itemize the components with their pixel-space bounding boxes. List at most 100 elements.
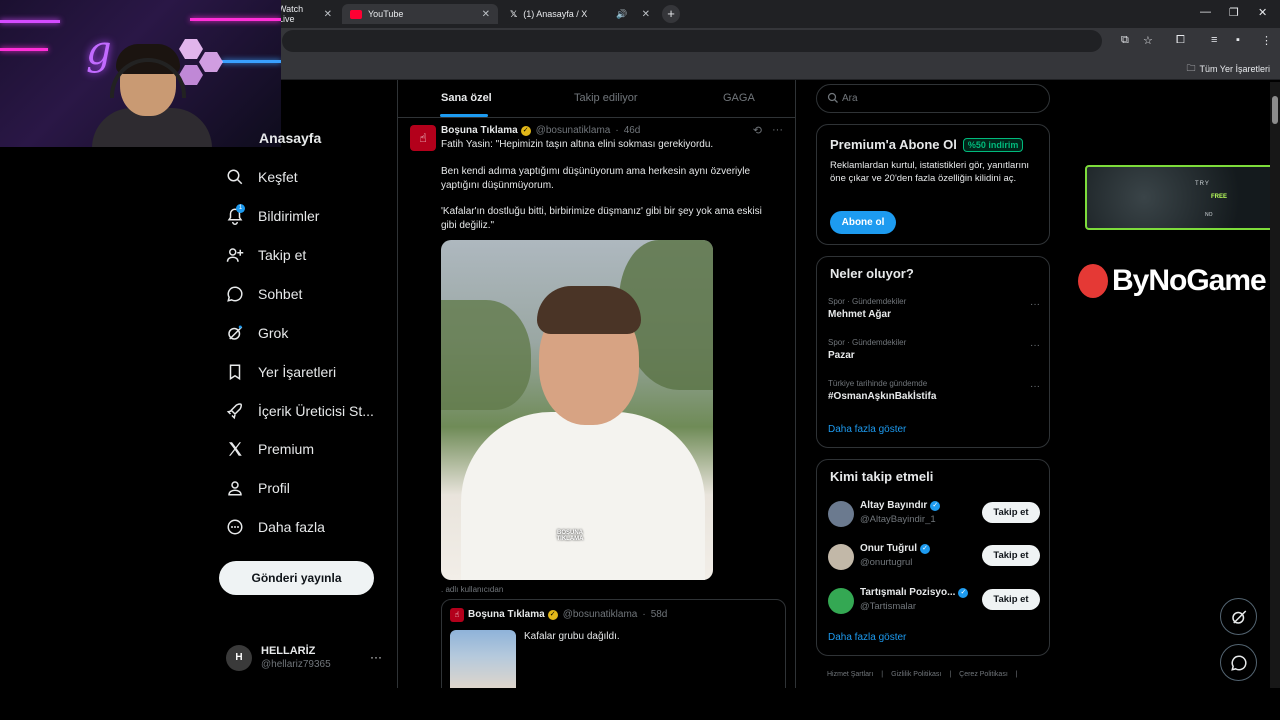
nav-label: İçerik Üreticisi St... [258, 403, 374, 419]
tree [441, 300, 531, 410]
tweet-video[interactable]: BOŞUNA TIKLAMA [441, 240, 713, 580]
premium-description: Reklamlardan kurtul, istatistikleri gör,… [830, 160, 1030, 184]
minimize-icon[interactable]: — [1200, 6, 1211, 18]
menu-icon[interactable]: ⋮ [1261, 34, 1272, 47]
premium-card: Premium'a Abone Ol %50 indirim Reklamlar… [816, 124, 1050, 245]
neon-strip [190, 18, 281, 21]
page-scrollbar[interactable] [1270, 82, 1280, 688]
youtube-icon [350, 9, 362, 19]
x-icon: 𝕏 [510, 8, 518, 19]
messages-fab-button[interactable] [1220, 644, 1257, 681]
tab-following[interactable]: Takip ediliyor [574, 92, 638, 104]
profile-icon[interactable]: ▪ [1236, 34, 1240, 46]
bynogame-logo-icon [1078, 264, 1108, 298]
neon-strip [222, 60, 281, 63]
tweet-age[interactable]: 46d [624, 125, 641, 136]
quoted-text: Kafalar grubu dağıldı. [524, 631, 620, 642]
close-icon[interactable]: ✕ [482, 9, 490, 20]
quoted-tweet[interactable]: ☝ Boşuna Tıklama ✓ @bosunatiklama · 58d … [441, 599, 786, 688]
more-icon[interactable]: ··· [772, 124, 783, 137]
avatar [828, 588, 854, 614]
follow-suggestion[interactable]: Altay Bayındır ✓ @AltayBayindir_1 Takip e… [828, 499, 1040, 529]
tweet-text-line: yaptığını düşünmüyorum. [441, 179, 554, 191]
follow-suggestion[interactable]: Tartışmalı Pozisyo... ✓ @Tartismalar Taki… [828, 586, 1040, 616]
bookmark-icon [229, 364, 241, 381]
new-tab-button[interactable]: + [662, 5, 680, 23]
nav-item-notifications[interactable]: 1 Bildirimler [226, 204, 319, 227]
close-icon[interactable]: ✕ [324, 9, 332, 20]
more-circle-icon [227, 519, 243, 535]
more-icon[interactable]: ··· [1030, 381, 1040, 392]
close-icon[interactable]: ✕ [642, 9, 650, 20]
add-user-icon [226, 248, 244, 262]
media-icon[interactable]: ≡ [1211, 34, 1217, 46]
all-bookmarks-button[interactable]: 🗀 Tüm Yer İşaretleri [1186, 61, 1270, 77]
nav-item-creator-studio[interactable]: İçerik Üreticisi St... [226, 400, 374, 422]
nav-item-grok[interactable]: Grok [226, 322, 288, 344]
search-input[interactable]: Ara [816, 84, 1050, 113]
follow-button[interactable]: Takip et [982, 589, 1040, 610]
bottom-strip [0, 688, 1280, 720]
trend-category: Türkiye tarihinde gündemde [828, 379, 928, 388]
nav-item-explore[interactable]: Keşfet [226, 166, 298, 188]
tweet-handle[interactable]: @bosunatiklama [536, 125, 611, 136]
tweet-author-name[interactable]: Boşuna Tıklama [441, 125, 518, 136]
speaker-icon[interactable]: 🔊 [616, 9, 627, 20]
window-close-icon[interactable]: ✕ [1258, 6, 1267, 19]
verified-blue-icon: ✓ [920, 543, 931, 554]
nav-item-bookmarks[interactable]: Yer İşaretleri [226, 361, 336, 383]
grok-fab-button[interactable] [1220, 598, 1257, 635]
nav-item-more[interactable]: Daha fazla [226, 516, 325, 538]
avatar [828, 501, 854, 527]
nav-item-chat[interactable]: Sohbet [226, 283, 302, 305]
folder-icon: 🗀 [1186, 63, 1196, 73]
nav-item-follow[interactable]: Takip et [226, 244, 306, 266]
trend-item[interactable]: Spor · Gündemdekiler Mehmet Ağar ··· [828, 297, 1040, 320]
follow-show-more-link[interactable]: Daha fazla göster [828, 632, 906, 643]
tab-youtube[interactable]: YouTube ✕ [342, 4, 498, 24]
restore-icon[interactable]: ❐ [1229, 6, 1239, 19]
post-button[interactable]: Gönderi yayınla [219, 561, 374, 595]
nav-label: Daha fazla [258, 519, 325, 535]
tab-gaga[interactable]: GAGA [723, 92, 755, 104]
install-app-icon[interactable]: ⧉ [1121, 34, 1129, 47]
nav-item-profile[interactable]: Profil [226, 477, 290, 499]
suggestion-name: Tartışmalı Pozisyo... ✓ [860, 587, 969, 598]
person-shirt [461, 412, 705, 580]
follow-button[interactable]: Takip et [982, 502, 1040, 523]
tweet-avatar[interactable]: ☝ [410, 125, 436, 151]
follow-suggestion[interactable]: Onur Tuğrul ✓ @onurtugrul Takip et [828, 542, 1040, 572]
follow-button[interactable]: Takip et [982, 545, 1040, 566]
trend-item[interactable]: Türkiye tarihinde gündemde #OsmanAşkınBa… [828, 379, 1040, 402]
timeline-tabs: Sana özel Takip ediliyor GAGA [398, 80, 795, 118]
more-icon[interactable]: ··· [1030, 340, 1040, 351]
cookie-link[interactable]: Çerez Politikası [959, 671, 1008, 678]
privacy-link[interactable]: Gizlilik Politikası [891, 671, 941, 678]
trends-show-more-link[interactable]: Daha fazla göster [828, 424, 906, 435]
nav-label: Profil [258, 480, 290, 496]
chat-icon [227, 286, 243, 302]
footer-separator: | [881, 671, 884, 678]
more-icon[interactable]: ··· [370, 650, 382, 664]
who-to-follow-title: Kimi takip etmeli [830, 469, 934, 484]
ad-text: NO [1205, 212, 1213, 218]
grok-icon[interactable]: ⟲ [753, 124, 762, 137]
extensions-icon[interactable]: ⧠ [1176, 34, 1185, 47]
tab-x-home[interactable]: 𝕏 (1) Anasayfa / X 🔊 ✕ [502, 4, 658, 24]
tweet-text-line: gibi değiliz." [441, 219, 495, 231]
trend-item[interactable]: Spor · Gündemdekiler Pazar ··· [828, 338, 1040, 361]
who-to-follow-card: Kimi takip etmeli Altay Bayındır ✓ @Altay… [816, 459, 1050, 656]
more-icon[interactable]: ··· [1030, 299, 1040, 310]
nav-item-premium[interactable]: Premium [226, 438, 314, 460]
scrollbar-thumb[interactable] [1272, 96, 1278, 124]
account-switcher[interactable]: H HELLARİZ @hellariz79365 ··· [226, 644, 386, 674]
terms-link[interactable]: Hizmet Şartları [827, 671, 873, 678]
quoted-avatar: ☝ [450, 608, 464, 622]
avatar: H [226, 645, 252, 671]
nav-home-label[interactable]: Anasayfa [259, 130, 321, 146]
neon-strip [0, 20, 60, 23]
tab-for-you[interactable]: Sana özel [441, 92, 492, 104]
star-icon[interactable]: ☆ [1143, 34, 1153, 47]
url-input[interactable] [282, 30, 1102, 52]
subscribe-button[interactable]: Abone ol [830, 211, 896, 234]
